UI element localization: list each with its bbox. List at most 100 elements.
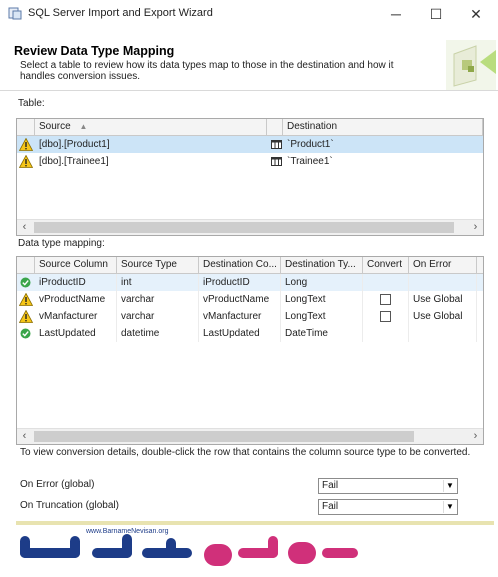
column-header-source[interactable]: Source ▲ — [35, 119, 267, 135]
table-grid: Source ▲ Destination [dbo].[Product1] `P… — [16, 118, 484, 236]
scroll-left-icon[interactable]: ‹ — [17, 429, 32, 444]
title-bar: SQL Server Import and Export Wizard ─ ☐ … — [0, 0, 498, 28]
scrollbar-thumb[interactable] — [34, 431, 414, 442]
mapping-source-type: datetime — [117, 325, 199, 342]
convert-checkbox[interactable] — [380, 311, 391, 322]
warning-icon — [19, 293, 33, 306]
mapping-grid: Source Column Source Type Destination Co… — [16, 256, 484, 445]
table-row-destination: `Product1` — [287, 139, 334, 150]
table-grid-header: Source ▲ Destination — [17, 119, 483, 136]
ok-check-icon — [20, 277, 31, 288]
watermark-stroke — [20, 536, 30, 558]
table-horizontal-scrollbar[interactable]: ‹ › — [17, 219, 483, 235]
watermark-stroke — [288, 542, 316, 564]
table-icon — [271, 157, 282, 166]
scroll-right-icon[interactable]: › — [468, 220, 483, 235]
mapping-convert-cell — [363, 308, 409, 325]
sort-ascending-icon: ▲ — [79, 122, 88, 131]
watermark-stroke — [322, 548, 358, 558]
mapping-dest-type: DateTime — [281, 325, 363, 342]
on-truncation-global-select[interactable]: Fail ▼ — [318, 499, 458, 515]
convert-checkbox[interactable] — [380, 294, 391, 305]
mapping-convert — [363, 325, 409, 342]
mapping-source-type: varchar — [117, 291, 199, 308]
on-error-global-label: On Error (global) — [20, 479, 95, 490]
watermark-logo: www.BarnameNevisan.org — [16, 526, 366, 574]
on-error-global-value: Fail — [322, 480, 339, 491]
column-header-overflow — [477, 257, 483, 273]
window-title: SQL Server Import and Export Wizard — [28, 7, 213, 19]
header-status-col — [17, 257, 35, 273]
page-title: Review Data Type Mapping — [14, 44, 175, 58]
table-row-source: [dbo].[Product1] — [39, 139, 110, 150]
mapping-convert — [363, 274, 409, 291]
warning-icon — [19, 310, 33, 323]
table-row[interactable]: [dbo].[Trainee1] `Trainee1` — [17, 153, 483, 170]
mapping-source-column: vManfacturer — [35, 308, 117, 325]
mapping-row[interactable]: vProductName varchar vProductName LongTe… — [17, 291, 483, 308]
mapping-source-type: varchar — [117, 308, 199, 325]
mapping-convert-cell — [363, 291, 409, 308]
mapping-source-type: int — [117, 274, 199, 291]
column-header-source-type[interactable]: Source Type — [117, 257, 199, 273]
page-subtitle: Select a table to review how its data ty… — [20, 60, 394, 82]
header-dest-icon-col — [267, 119, 283, 135]
mapping-dest-type: Long — [281, 274, 363, 291]
close-button[interactable]: ✕ — [461, 2, 491, 26]
mapping-row[interactable]: LastUpdated datetime LastUpdated DateTim… — [17, 325, 483, 342]
column-header-source-column[interactable]: Source Column — [35, 257, 117, 273]
on-truncation-global-value: Fail — [322, 501, 339, 512]
watermark-stroke — [268, 536, 278, 558]
mapping-source-column: LastUpdated — [35, 325, 117, 342]
mapping-source-column: vProductName — [35, 291, 117, 308]
ok-check-icon — [20, 328, 31, 339]
header-status-col — [17, 119, 35, 135]
mapping-label: Data type mapping: — [18, 238, 105, 249]
mapping-row[interactable]: iProductID int iProductID Long — [17, 274, 483, 291]
column-header-destination-column[interactable]: Destination Co... — [199, 257, 281, 273]
mapping-dest-column: LastUpdated — [199, 325, 281, 342]
on-error-global-select[interactable]: Fail ▼ — [318, 478, 458, 494]
table-label: Table: — [18, 98, 45, 109]
scroll-left-icon[interactable]: ‹ — [17, 220, 32, 235]
mapping-dest-type: LongText — [281, 291, 363, 308]
column-header-destination-type[interactable]: Destination Ty... — [281, 257, 363, 273]
table-row-destination: `Trainee1` — [287, 156, 333, 167]
column-header-on-error[interactable]: On Error — [409, 257, 477, 273]
column-header-convert[interactable]: Convert — [363, 257, 409, 273]
mapping-on-error[interactable]: Use Global — [409, 308, 477, 325]
mapping-grid-header: Source Column Source Type Destination Co… — [17, 257, 483, 274]
chevron-down-icon[interactable]: ▼ — [443, 501, 456, 513]
warning-icon — [19, 138, 33, 151]
table-icon — [271, 140, 282, 149]
mapping-on-error — [409, 325, 477, 342]
watermark-url: www.BarnameNevisan.org — [86, 528, 169, 535]
mapping-source-column: iProductID — [35, 274, 117, 291]
mapping-on-error — [409, 274, 477, 291]
mapping-dest-column: vProductName — [199, 291, 281, 308]
mapping-dest-column: vManfacturer — [199, 308, 281, 325]
footer-band — [16, 521, 494, 525]
mapping-horizontal-scrollbar[interactable]: ‹ › — [17, 428, 483, 444]
watermark-stroke — [122, 534, 132, 558]
mapping-dest-type: LongText — [281, 308, 363, 325]
watermark-stroke — [204, 544, 232, 566]
table-row-source: [dbo].[Trainee1] — [39, 156, 109, 167]
chevron-down-icon[interactable]: ▼ — [443, 480, 456, 492]
watermark-stroke — [70, 536, 80, 558]
column-header-destination[interactable]: Destination — [283, 119, 483, 135]
scrollbar-thumb[interactable] — [34, 222, 454, 233]
mapping-row[interactable]: vManfacturer varchar vManfacturer LongTe… — [17, 308, 483, 325]
minimize-button[interactable]: ─ — [381, 2, 411, 26]
on-truncation-global-label: On Truncation (global) — [20, 500, 119, 511]
scroll-right-icon[interactable]: › — [468, 429, 483, 444]
mapping-dest-column: iProductID — [199, 274, 281, 291]
maximize-button[interactable]: ☐ — [421, 2, 451, 26]
wizard-banner-icon — [446, 40, 496, 90]
table-row[interactable]: [dbo].[Product1] `Product1` — [17, 136, 483, 153]
mapping-on-error[interactable]: Use Global — [409, 291, 477, 308]
warning-icon — [19, 155, 33, 168]
wizard-app-icon — [8, 7, 22, 20]
conversion-hint: To view conversion details, double-click… — [20, 447, 471, 458]
watermark-stroke — [166, 538, 176, 558]
